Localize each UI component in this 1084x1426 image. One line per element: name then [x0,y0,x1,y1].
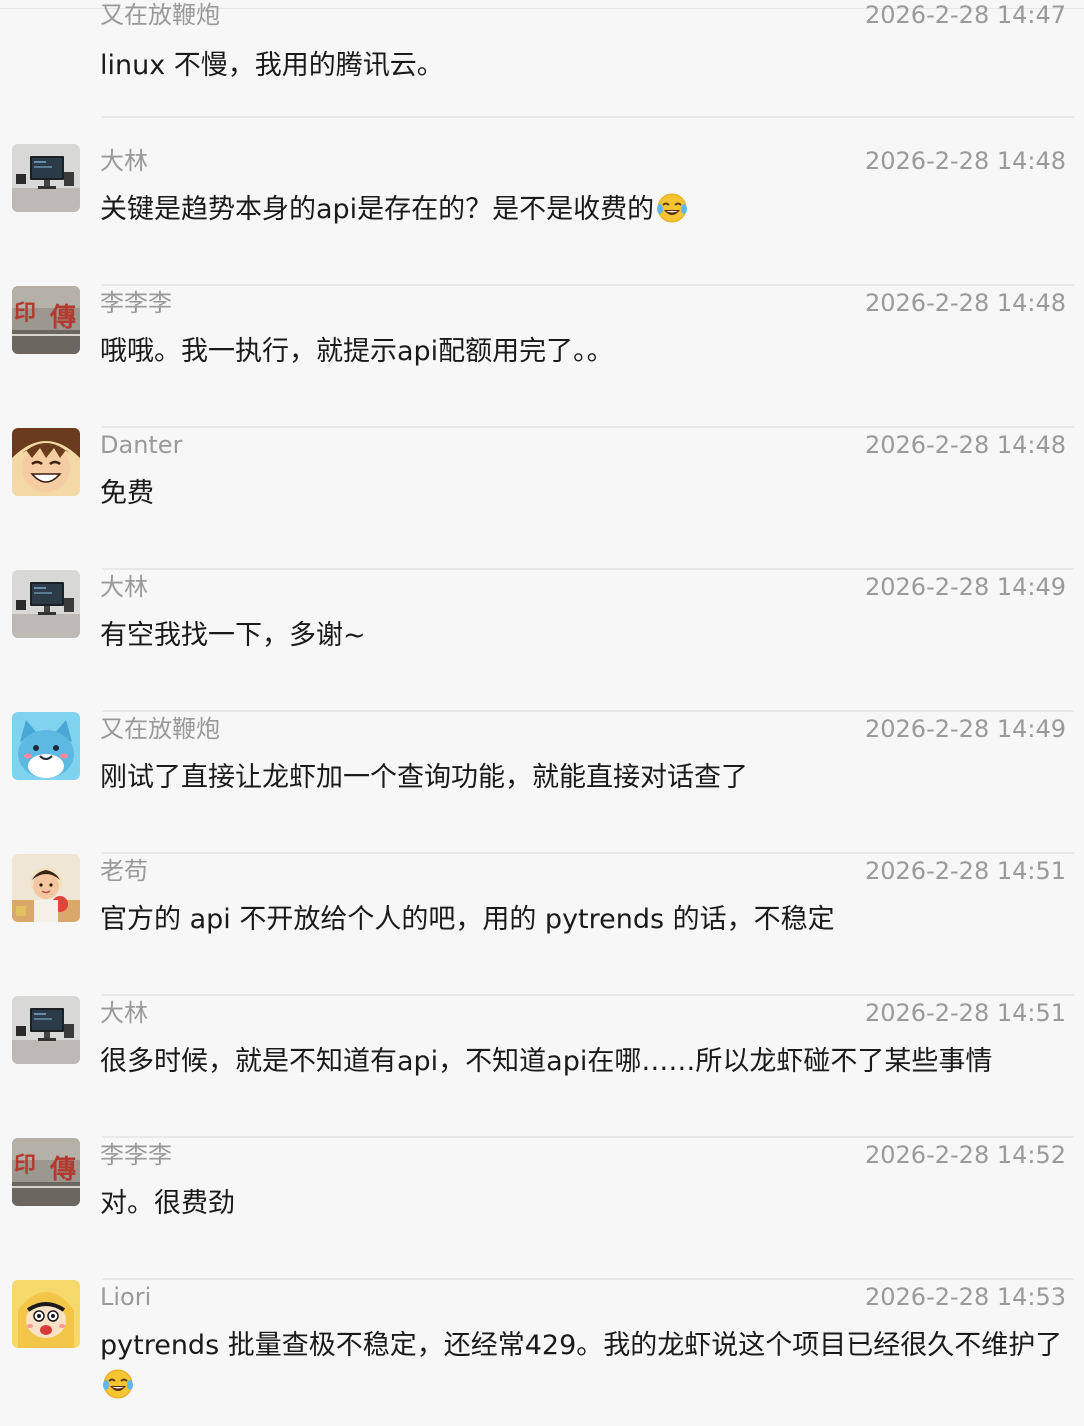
message-item[interactable]: 印 傳 李李李 2026-2-28 14:52 对。很费劲 [0,1138,1084,1280]
anime-boy-avatar [12,428,80,496]
message-item[interactable]: 大林 2026-2-28 14:48 关键是趋势本身的api是存在的？是不是收费… [0,144,1084,286]
message-time: 2026-2-28 14:51 [865,999,1066,1027]
chat-history: 又在放鞭炮 2026-2-28 14:47 linux 不慢，我用的腾讯云。 大… [0,0,1084,1426]
message-item[interactable]: Danter 2026-2-28 14:48 免费 [0,428,1084,570]
message-item[interactable]: Liori 2026-2-28 14:53 pytrends 批量查极不稳定，还… [0,1280,1084,1426]
calligraphy-photo-avatar: 印 傳 [12,1138,80,1206]
svg-text:印: 印 [14,300,36,326]
avatar[interactable] [12,1280,80,1348]
message-text: 官方的 api 不开放给个人的吧，用的 pytrends 的话，不稳定 [100,904,835,935]
sender-name: 大林 [100,999,148,1027]
message-text-content: pytrends 批量查极不稳定，还经常429。我的龙虾说这个项目已经很久不维护… [100,1330,1063,1361]
divider [102,116,1074,118]
message-item[interactable]: 印 傳 李李李 2026-2-28 14:48 哦哦。我一执行，就提示api配额… [0,286,1084,428]
message-time: 2026-2-28 14:51 [865,857,1066,885]
sender-name: Liori [100,1283,152,1311]
svg-text:傳: 傳 [49,303,76,333]
crayon-kid-avatar [12,1280,80,1348]
message-text-content: 关键是趋势本身的api是存在的？是不是收费的 [100,194,655,225]
message-item[interactable]: 又在放鞭炮 2026-2-28 14:47 linux 不慢，我用的腾讯云。 [0,0,1084,118]
message-item[interactable]: 大林 2026-2-28 14:51 很多时候，就是不知道有api，不知道api… [0,996,1084,1138]
message-time: 2026-2-28 14:52 [865,1141,1066,1169]
face-with-tears-of-joy-icon [657,193,688,223]
svg-text:傳: 傳 [49,1155,76,1185]
avatar[interactable]: 印 傳 [12,286,80,354]
child-photo-avatar [12,854,80,922]
message-text: 刚试了直接让龙虾加一个查询功能，就能直接对话查了 [100,762,748,793]
sender-name: 又在放鞭炮 [100,1,220,29]
desk-photo-avatar [12,144,80,212]
sender-name: 李李李 [100,1141,172,1169]
desk-photo-avatar [12,996,80,1064]
sender-name: 李李李 [100,289,172,317]
message-time: 2026-2-28 14:48 [865,431,1066,459]
avatar[interactable] [12,428,80,496]
avatar[interactable] [12,144,80,212]
avatar[interactable] [12,570,80,638]
face-with-tears-of-joy-icon [103,1369,133,1399]
message-time: 2026-2-28 14:49 [865,715,1066,743]
message-item[interactable]: 老苟 2026-2-28 14:51 官方的 api 不开放给个人的吧，用的 p… [0,854,1084,996]
message-item[interactable]: 又在放鞭炮 2026-2-28 14:49 刚试了直接让龙虾加一个查询功能，就能… [0,712,1084,854]
message-text: pytrends 批量查极不稳定，还经常429。我的龙虾说这个项目已经很久不维护… [100,1326,1064,1406]
calligraphy-photo-avatar: 印 傳 [12,286,80,354]
message-time: 2026-2-28 14:48 [865,289,1066,317]
avatar[interactable] [12,712,80,780]
blue-cat-avatar [12,712,80,780]
message-text: 有空我找一下，多谢~ [100,620,366,651]
sender-name: 又在放鞭炮 [100,715,220,743]
message-text: 哦哦。我一执行，就提示api配额用完了。。 [100,336,614,367]
message-text: linux 不慢，我用的腾讯云。 [100,50,444,81]
desk-photo-avatar [12,570,80,638]
message-time: 2026-2-28 14:49 [865,573,1066,601]
sender-name: Danter [100,431,183,459]
message-time: 2026-2-28 14:47 [865,1,1066,29]
message-time: 2026-2-28 14:53 [865,1283,1066,1311]
message-time: 2026-2-28 14:48 [865,147,1066,175]
sender-name: 大林 [100,573,148,601]
message-item[interactable]: 大林 2026-2-28 14:49 有空我找一下，多谢~ [0,570,1084,712]
message-text: 对。很费劲 [100,1188,235,1219]
sender-name: 老苟 [100,857,148,885]
avatar[interactable] [12,996,80,1064]
message-text: 关键是趋势本身的api是存在的？是不是收费的 [100,190,1064,230]
avatar[interactable] [12,854,80,922]
message-text: 很多时候，就是不知道有api，不知道api在哪……所以龙虾碰不了某些事情 [100,1046,993,1077]
sender-name: 大林 [100,147,148,175]
svg-text:印: 印 [14,1152,36,1178]
avatar[interactable]: 印 傳 [12,1138,80,1206]
message-text: 免费 [100,478,154,509]
